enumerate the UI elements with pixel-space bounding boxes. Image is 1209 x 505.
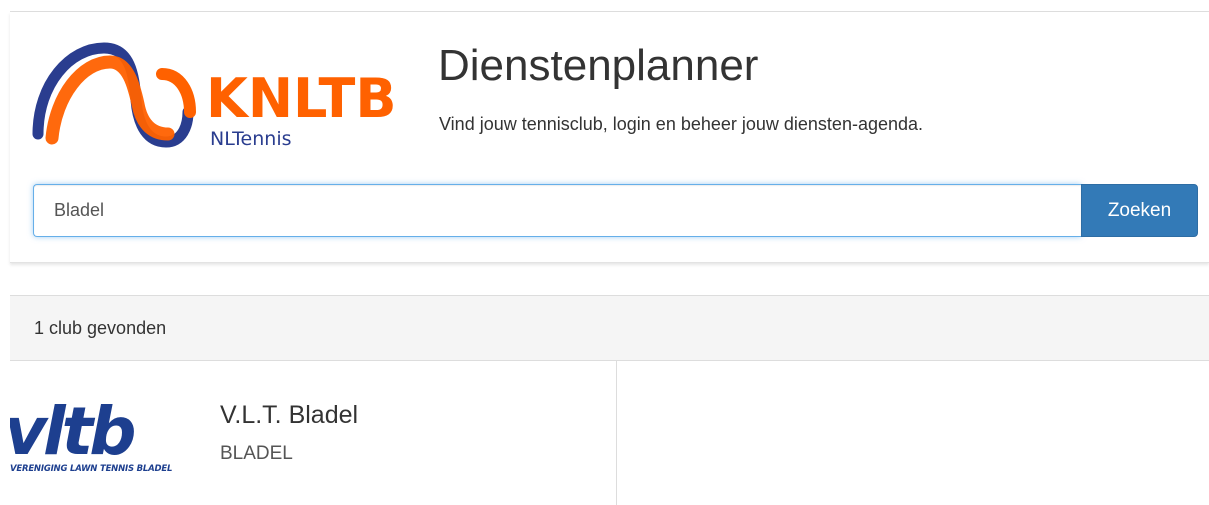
logo-wordmark: KNLTB xyxy=(206,67,397,130)
page-subtitle: Vind jouw tennisclub, login en beheer jo… xyxy=(439,114,924,134)
club-logo: vltb VERENIGING LAWN TENNIS BLADEL xyxy=(10,400,204,475)
results-panel: 1 club gevonden vltb VERENIGING LAWN TEN… xyxy=(10,295,1209,505)
club-name: V.L.T. Bladel xyxy=(220,401,359,429)
search-button[interactable]: Zoeken xyxy=(1081,184,1198,237)
club-city: BLADEL xyxy=(220,443,293,464)
club-result-item[interactable]: vltb VERENIGING LAWN TENNIS BLADEL V.L.T… xyxy=(10,361,617,505)
search-input[interactable] xyxy=(33,184,1081,237)
club-logo-mark: vltb xyxy=(10,400,134,462)
knltb-swoosh-icon xyxy=(32,42,196,148)
vltb-logo-icon: vltb xyxy=(10,400,138,470)
knltb-logo[interactable]: KNLTB NLTennis xyxy=(30,34,397,154)
logo-subtitle: NLTennis xyxy=(210,128,292,150)
header-panel: KNLTB NLTennis Dienstenplanner Vind jouw… xyxy=(10,12,1209,263)
page-title: Dienstenplanner xyxy=(438,41,759,90)
club-logo-tagline: VERENIGING LAWN TENNIS BLADEL xyxy=(10,464,173,474)
results-heading: 1 club gevonden xyxy=(10,296,1209,361)
results-count: 1 club gevonden xyxy=(34,318,167,338)
